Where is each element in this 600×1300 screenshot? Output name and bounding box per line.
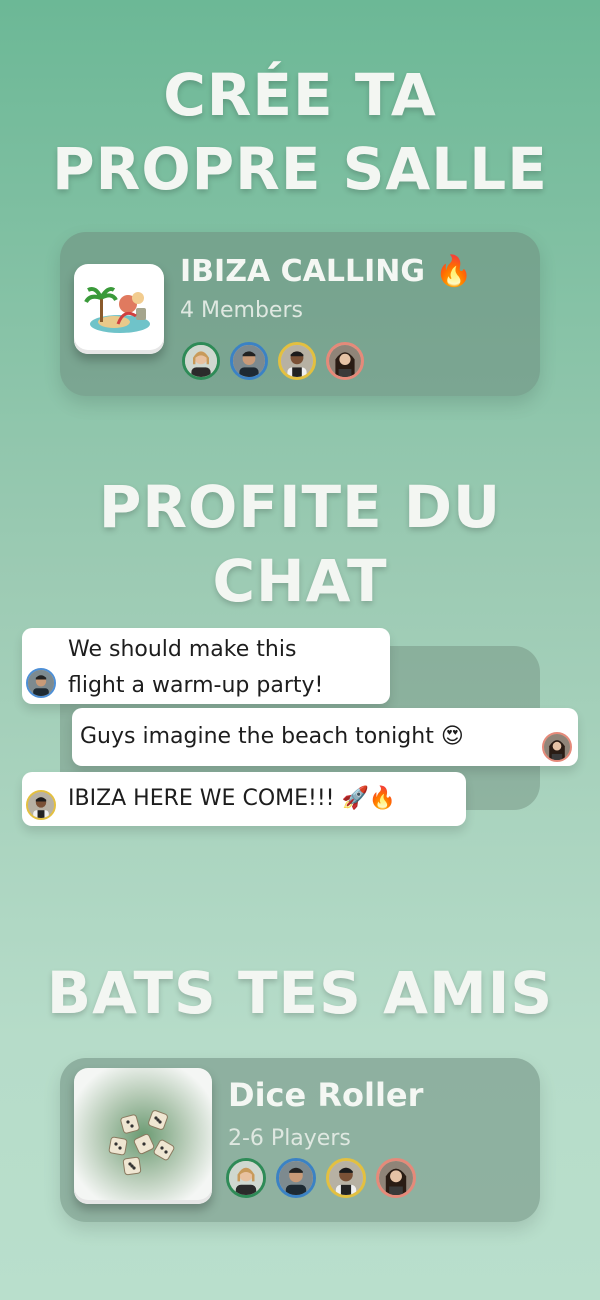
avatar: [326, 342, 364, 380]
room-members-count: 4 Members: [180, 298, 303, 323]
heading-chat: PROFITE DU CHAT: [0, 470, 600, 618]
avatar: [278, 342, 316, 380]
avatar: [376, 1158, 416, 1198]
player-avatars: [226, 1158, 416, 1198]
message-text-line: flight a warm-up party!: [68, 673, 324, 698]
avatar: [26, 668, 56, 698]
heading-line: PROPRE SALLE: [52, 135, 548, 203]
avatar: [230, 342, 268, 380]
chat-message: We should make this flight a warm-up par…: [22, 628, 390, 704]
room-title: IBIZA CALLING 🔥: [180, 254, 473, 289]
avatar: [182, 342, 220, 380]
avatar: [26, 790, 56, 820]
heading-beat-friends: BATS TES AMIS: [0, 960, 600, 1026]
beach-island-icon: [74, 264, 164, 354]
member-avatars: [182, 342, 364, 380]
heading-line: CHAT: [212, 547, 388, 615]
game-title: Dice Roller: [228, 1076, 424, 1114]
heading-line: CRÉE TA: [163, 61, 437, 129]
avatar: [542, 732, 572, 762]
game-card[interactable]: Dice Roller 2-6 Players: [60, 1058, 540, 1222]
message-text: IBIZA HERE WE COME!!! 🚀🔥: [68, 786, 397, 811]
message-text-line: We should make this: [68, 637, 297, 662]
avatar: [276, 1158, 316, 1198]
chat-message: Guys imagine the beach tonight 😍: [72, 708, 578, 766]
avatar: [226, 1158, 266, 1198]
avatar: [326, 1158, 366, 1198]
room-card[interactable]: IBIZA CALLING 🔥 4 Members: [60, 232, 540, 396]
heading-create-room: CRÉE TA PROPRE SALLE: [0, 58, 600, 206]
message-text: Guys imagine the beach tonight 😍: [80, 724, 464, 749]
dice-icon: [74, 1068, 212, 1204]
heading-line: BATS TES AMIS: [46, 959, 554, 1027]
chat-message: IBIZA HERE WE COME!!! 🚀🔥: [22, 772, 466, 826]
game-players-count: 2-6 Players: [228, 1126, 351, 1151]
heading-line: PROFITE DU: [98, 473, 502, 541]
